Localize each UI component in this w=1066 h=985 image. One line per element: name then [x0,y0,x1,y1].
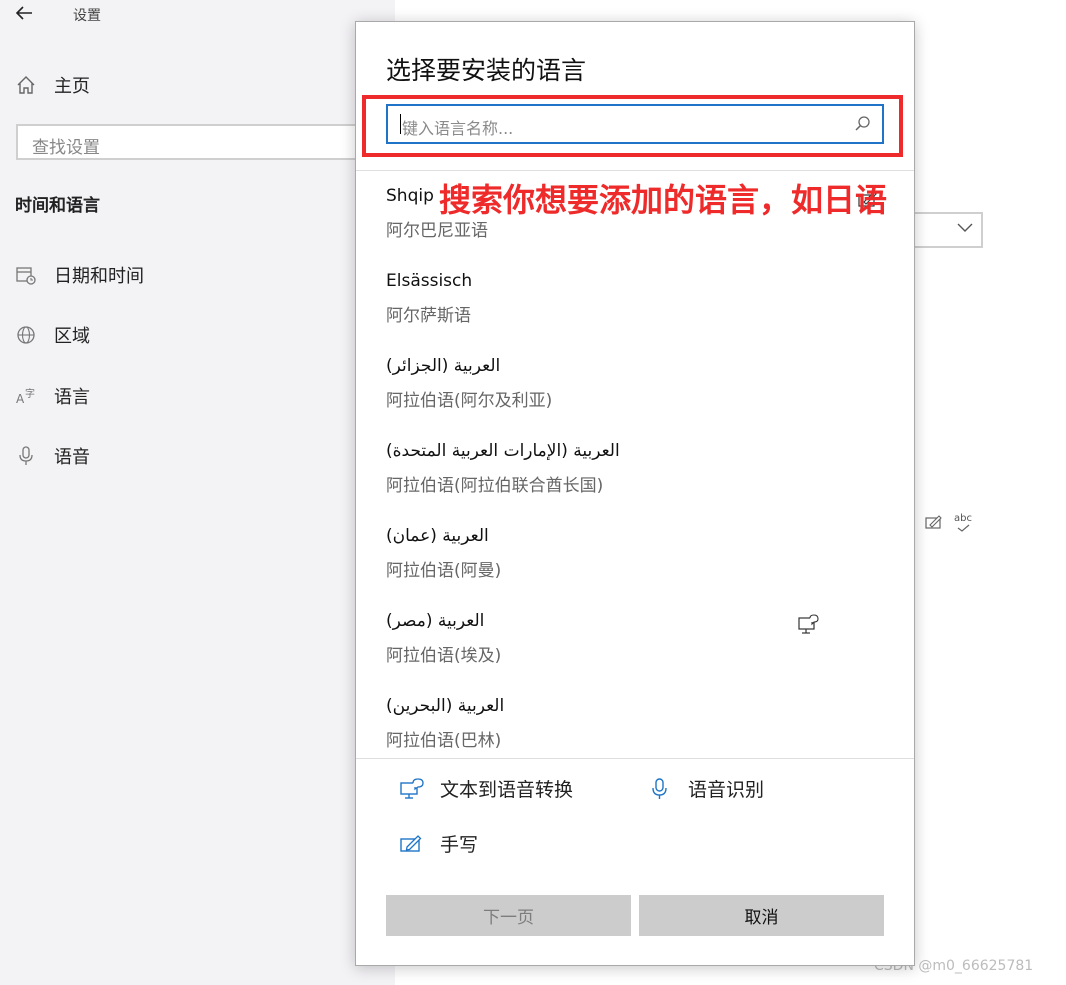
feature-handwriting-label: 手写 [440,834,479,856]
language-chinese-name: 阿拉伯语(阿尔及利亚) [386,391,553,411]
spellcheck-label: abc [954,513,972,524]
calendar-clock-icon [16,265,36,285]
divider [356,170,914,171]
svg-text:A: A [16,392,25,406]
nav-item-label: 日期和时间 [54,266,144,287]
title-bar: 设置 [0,0,395,30]
language-chinese-name: 阿拉伯语(埃及) [386,646,502,666]
handwriting-icon [400,833,424,855]
divider [356,758,914,759]
language-native-name: العربية (الجزائر) [386,356,501,376]
nav-item-label: 区域 [54,326,90,347]
feature-tts: 文本到语音转换 [400,775,573,802]
microphone-icon [16,446,36,466]
language-list-item[interactable]: العربية (عمان) 阿拉伯语(阿曼) [386,523,501,584]
language-native-name: العربية (البحرين) [386,696,505,716]
settings-search-placeholder: 查找设置 [32,138,100,158]
language-chinese-name: 阿拉伯语(阿曼) [386,561,502,581]
language-chinese-name: 阿拉伯语(巴林) [386,731,502,751]
language-list[interactable]: Shqip 阿尔巴尼亚语 Elsässisch 阿尔萨斯语 العربية (ا… [356,177,914,757]
language-icon: A字 [16,386,36,406]
chevron-down-icon [957,223,973,232]
handwriting-icon [925,514,943,534]
next-button[interactable]: 下一页 [386,895,631,936]
nav-item-speech[interactable]: 语音 [16,443,90,469]
text-to-speech-icon [400,777,424,800]
nav-item-label: 语音 [54,447,90,468]
tts-capability-icon [798,614,820,638]
language-native-name: العربية (الإمارات العربية المتحدة) [386,441,620,461]
settings-pane: 设置 主页 查找设置 时间和语言 日期和时间 区域 A字 语言 语音 [0,0,395,985]
feature-handwriting: 手写 [400,830,478,857]
app-title: 设置 [73,8,101,24]
nav-item-language[interactable]: A字 语言 [16,383,90,409]
language-install-dialog: 选择要安装的语言 键入语言名称... Shqip 阿尔巴尼亚语 Elsässis… [355,21,915,966]
language-chinese-name: 阿尔萨斯语 [386,306,471,326]
nav-item-region[interactable]: 区域 [16,322,90,348]
language-list-item[interactable]: العربية (مصر) 阿拉伯语(埃及) [386,608,501,669]
feature-tts-label: 文本到语音转换 [440,779,574,801]
section-title: 时间和语言 [15,196,100,216]
settings-search-input[interactable]: 查找设置 [16,124,376,160]
highlight-box [362,95,903,157]
microphone-icon [648,777,672,800]
feature-speech-label: 语音识别 [688,779,765,801]
language-list-item[interactable]: Elsässisch 阿尔萨斯语 [386,268,472,329]
home-icon [16,75,36,95]
language-chinese-name: 阿拉伯语(阿拉伯联合酋长国) [386,476,604,496]
background-dropdown[interactable] [905,212,983,248]
language-native-name: Elsässisch [386,271,473,291]
feature-speech: 语音识别 [648,775,764,802]
globe-icon [16,325,36,345]
cancel-button[interactable]: 取消 [639,895,884,936]
language-native-name: العربية (عمان) [386,526,489,546]
language-native-name: العربية (مصر) [386,611,485,631]
spellcheck-icon: abc [954,513,972,532]
svg-text:字: 字 [25,387,35,400]
back-arrow-icon[interactable] [14,4,34,22]
nav-item-datetime[interactable]: 日期和时间 [16,262,144,288]
language-list-item[interactable]: العربية (الإمارات العربية المتحدة) 阿拉伯语(… [386,438,620,499]
language-chinese-name: 阿尔巴尼亚语 [386,221,488,241]
language-list-item[interactable]: العربية (الجزائر) 阿拉伯语(阿尔及利亚) [386,353,552,414]
nav-item-label: 语言 [54,387,90,408]
annotation-text: 搜索你想要添加的语言，如日语 [439,181,888,219]
language-list-item[interactable]: العربية (البحرين) 阿拉伯语(巴林) [386,693,504,754]
dialog-title: 选择要安装的语言 [386,56,587,85]
nav-home[interactable]: 主页 [16,72,90,98]
home-label: 主页 [54,76,90,97]
